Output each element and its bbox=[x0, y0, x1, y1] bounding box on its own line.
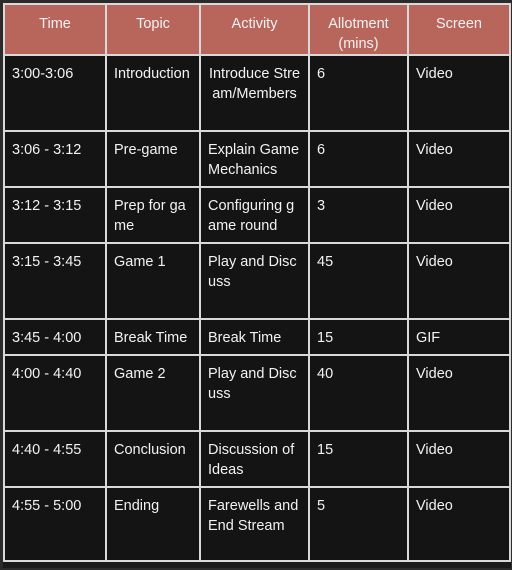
cell-screen: Video bbox=[407, 354, 511, 432]
cell-screen: Video bbox=[407, 130, 511, 188]
cell-allotment: 5 bbox=[308, 486, 409, 562]
table-row: 3:00-3:06 Introduction Introduce Stream/… bbox=[3, 54, 511, 132]
cell-activity: Configuring game round bbox=[199, 186, 310, 244]
header-time: Time bbox=[3, 3, 107, 56]
cell-screen: Video bbox=[407, 186, 511, 244]
header-allotment: Allotment (mins) bbox=[308, 3, 409, 56]
table-row: 3:06 - 3:12 Pre-game Explain Game Mechan… bbox=[3, 130, 511, 188]
cell-activity: Break Time bbox=[199, 318, 310, 356]
cell-topic: Pre-game bbox=[105, 130, 201, 188]
cell-activity: Farewells and End Stream bbox=[199, 486, 310, 562]
cell-allotment: 15 bbox=[308, 318, 409, 356]
header-row: Time Topic Activity Allotment (mins) Scr… bbox=[3, 3, 511, 56]
cell-topic: Game 1 bbox=[105, 242, 201, 320]
cell-time: 3:45 - 4:00 bbox=[3, 318, 107, 356]
cell-topic: Game 2 bbox=[105, 354, 201, 432]
cell-time: 4:55 - 5:00 bbox=[3, 486, 107, 562]
cell-topic: Break Time bbox=[105, 318, 201, 356]
cell-allotment: 6 bbox=[308, 130, 409, 188]
header-screen: Screen bbox=[407, 3, 511, 56]
table-row: 3:12 - 3:15 Prep for game Configuring ga… bbox=[3, 186, 511, 244]
table-row: 3:15 - 3:45 Game 1 Play and Discuss 45 V… bbox=[3, 242, 511, 320]
cell-time: 3:06 - 3:12 bbox=[3, 130, 107, 188]
schedule-table: Time Topic Activity Allotment (mins) Scr… bbox=[3, 3, 511, 562]
cell-time: 4:00 - 4:40 bbox=[3, 354, 107, 432]
cell-allotment: 15 bbox=[308, 430, 409, 488]
cell-allotment: 3 bbox=[308, 186, 409, 244]
cell-allotment: 45 bbox=[308, 242, 409, 320]
cell-activity: Discussion of Ideas bbox=[199, 430, 310, 488]
cell-allotment: 6 bbox=[308, 54, 409, 132]
cell-topic: Introduction bbox=[105, 54, 201, 132]
cell-screen: Video bbox=[407, 486, 511, 562]
cell-activity: Play and Discuss bbox=[199, 242, 310, 320]
table-row: 4:00 - 4:40 Game 2 Play and Discuss 40 V… bbox=[3, 354, 511, 432]
cell-time: 3:15 - 3:45 bbox=[3, 242, 107, 320]
table-row: 3:45 - 4:00 Break Time Break Time 15 GIF bbox=[3, 318, 511, 356]
cell-topic: Ending bbox=[105, 486, 201, 562]
cell-topic: Prep for game bbox=[105, 186, 201, 244]
cell-screen: GIF bbox=[407, 318, 511, 356]
cell-topic: Conclusion bbox=[105, 430, 201, 488]
table-row: 4:55 - 5:00 Ending Farewells and End Str… bbox=[3, 486, 511, 562]
cell-screen: Video bbox=[407, 242, 511, 320]
schedule-table-container: Time Topic Activity Allotment (mins) Scr… bbox=[3, 3, 511, 568]
header-activity: Activity bbox=[199, 3, 310, 56]
cell-time: 4:40 - 4:55 bbox=[3, 430, 107, 488]
table-row: 4:40 - 4:55 Conclusion Discussion of Ide… bbox=[3, 430, 511, 488]
cell-time: 3:00-3:06 bbox=[3, 54, 107, 132]
cell-screen: Video bbox=[407, 54, 511, 132]
header-topic: Topic bbox=[105, 3, 201, 56]
cell-activity: Play and Discuss bbox=[199, 354, 310, 432]
cell-screen: Video bbox=[407, 430, 511, 488]
cell-allotment: 40 bbox=[308, 354, 409, 432]
cell-activity: Introduce Stream/Members bbox=[199, 54, 310, 132]
cell-activity: Explain Game Mechanics bbox=[199, 130, 310, 188]
cell-time: 3:12 - 3:15 bbox=[3, 186, 107, 244]
